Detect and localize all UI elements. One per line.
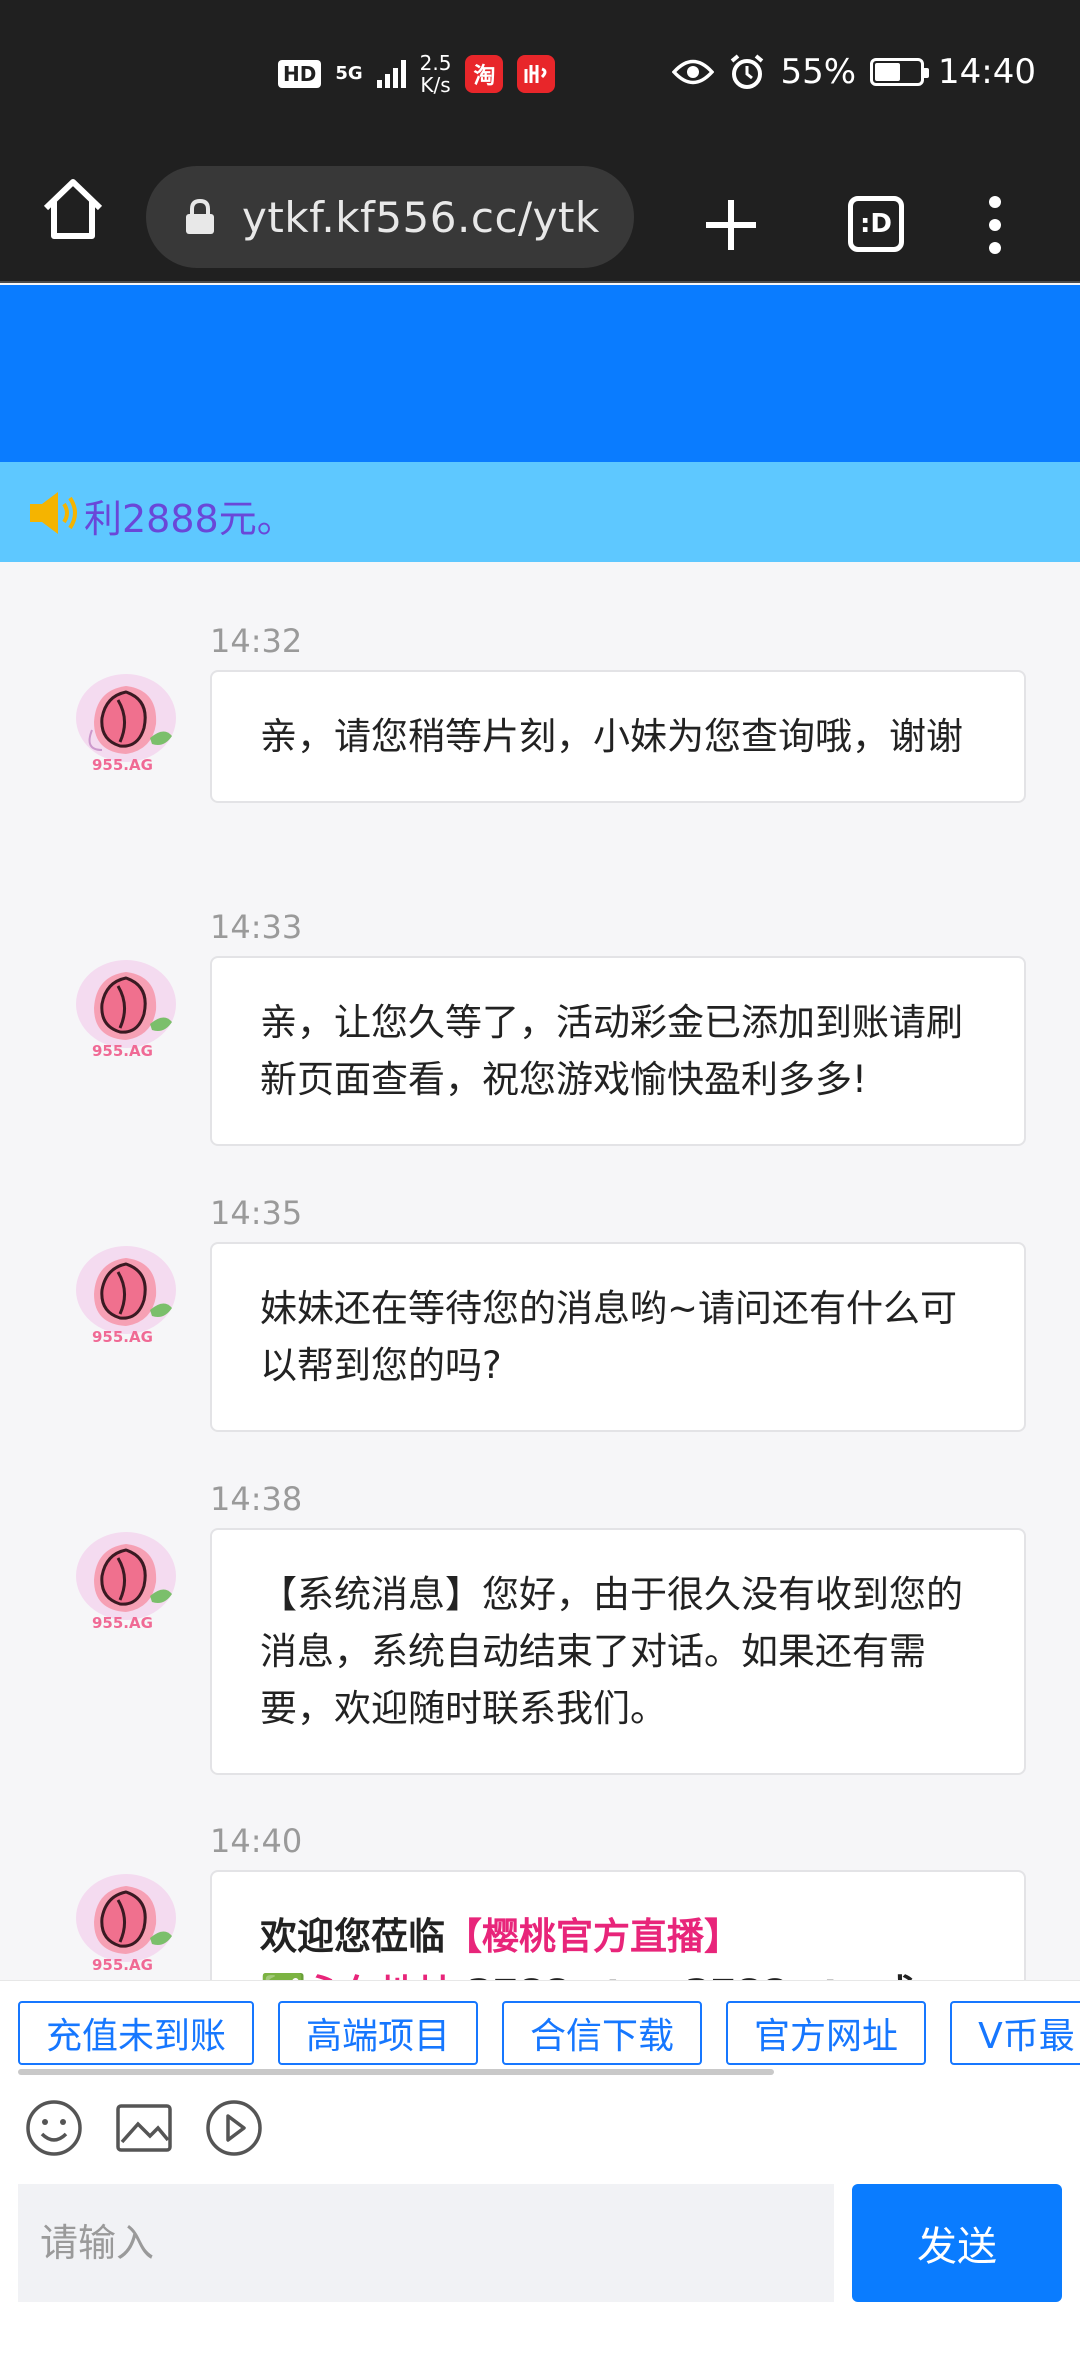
app-notification-icon: [517, 55, 556, 93]
avatar-caption: 955.AG: [92, 1956, 153, 1974]
battery-icon: [870, 58, 930, 86]
alarm-icon: [731, 54, 764, 89]
agent-avatar: 955.AG: [76, 1874, 176, 1974]
message-time: 14:38: [210, 1480, 303, 1518]
quick-reply-vcoin[interactable]: V币最: [950, 2001, 1080, 2065]
eye-icon: [672, 59, 715, 85]
message-input[interactable]: [18, 2184, 834, 2302]
input-toolbar: [0, 2076, 1080, 2184]
notice-marquee-text: 利2888元。: [84, 497, 295, 541]
speaker-icon: [30, 492, 77, 534]
taobao-notification-icon: 淘: [465, 55, 504, 93]
check-icon: ✅: [260, 1972, 306, 1980]
message-bubble: 妹妹还在等待您的消息哟~请问还有什么可以帮到您的吗?: [210, 1242, 1026, 1432]
message-bubble: 欢迎您莅临【樱桃官方直播】 ✅永久地址 3788c.tv、3788z.tv 或 …: [210, 1870, 1026, 1980]
avatar-caption: 955.AG: [92, 1328, 153, 1346]
lock-icon: [186, 199, 214, 234]
message-time: 14:33: [210, 908, 303, 946]
quick-reply-scrollbar[interactable]: [18, 2069, 774, 2075]
welcome-line: 欢迎您莅临【樱桃官方直播】: [260, 1908, 980, 1965]
hd-voice-badge: HD: [278, 60, 322, 88]
chat-header: [0, 285, 1080, 462]
avatar-caption: 955.AG: [92, 1614, 153, 1632]
message-input-area: 发送: [0, 2184, 1080, 2376]
battery-percent: 55%: [780, 52, 857, 92]
tab-switcher-button[interactable]: :D: [848, 196, 904, 252]
avatar-caption: 955.AG: [92, 756, 153, 774]
browser-toolbar: ytkf.kf556.cc/ytk :D: [0, 150, 1080, 283]
agent-avatar: 955.AG: [76, 1532, 176, 1632]
address-bar[interactable]: ytkf.kf556.cc/ytk: [146, 166, 634, 268]
more-menu-icon[interactable]: [985, 194, 1005, 256]
new-tab-icon[interactable]: [700, 194, 762, 256]
network-type: 5G: [335, 63, 363, 84]
network-speed: 2.5 K/s: [420, 52, 452, 96]
status-right: 55% 14:40: [672, 52, 1036, 92]
quick-reply-website[interactable]: 官方网址: [726, 2001, 927, 2065]
emoji-icon[interactable]: [24, 2098, 84, 2158]
video-icon[interactable]: [204, 2098, 264, 2158]
signal-icon: [376, 60, 406, 88]
agent-avatar: 955.AG: [76, 1246, 176, 1346]
quick-reply-premium[interactable]: 高端项目: [278, 2001, 479, 2065]
speed-unit: K/s: [420, 73, 451, 97]
message-time: 14:32: [210, 622, 303, 660]
quick-reply-bar: 充值未到账 高端项目 合信下载 官方网址 V币最: [0, 1980, 1080, 2076]
notice-bar: 利2888元。: [0, 462, 1080, 562]
message-bubble: 亲，让您久等了，活动彩金已添加到账请刷新页面查看，祝您游戏愉快盈利多多!: [210, 956, 1026, 1146]
quick-reply-list: 充值未到账 高端项目 合信下载 官方网址 V币最: [18, 2001, 1080, 2065]
avatar-caption: 955.AG: [92, 1042, 153, 1060]
address-label: 永久地址: [306, 1972, 454, 1980]
welcome-prefix: 欢迎您莅临: [260, 1915, 445, 1958]
speed-value: 2.5: [419, 51, 452, 75]
status-left: HD 5G 2.5 K/s 淘: [278, 52, 556, 96]
send-button[interactable]: 发送: [852, 2184, 1062, 2302]
message-bubble: 【系统消息】您好，由于很久没有收到您的消息，系统自动结束了对话。如果还有需要，欢…: [210, 1528, 1026, 1775]
home-icon[interactable]: [38, 174, 108, 244]
quick-reply-recharge[interactable]: 充值未到账: [18, 2001, 255, 2065]
url-text: ytkf.kf556.cc/ytk: [242, 192, 600, 242]
message-time: 14:40: [210, 1822, 303, 1860]
agent-avatar: 955.AG: [76, 960, 176, 1060]
quick-reply-download[interactable]: 合信下载: [502, 2001, 703, 2065]
message-time: 14:35: [210, 1194, 303, 1232]
clock: 14:40: [938, 52, 1036, 92]
welcome-brand: 【樱桃官方直播】: [445, 1915, 741, 1958]
address-line: ✅永久地址 3788c.tv、3788z.tv 或 779.cc: [260, 1965, 980, 1980]
message-bubble: 亲，请您稍等片刻，小妹为您查询哦，谢谢: [210, 670, 1026, 803]
status-bar: HD 5G 2.5 K/s 淘 55% 14:40: [0, 0, 1080, 150]
agent-avatar: 955.AG: [76, 674, 176, 774]
image-icon[interactable]: [114, 2098, 174, 2158]
chat-messages: 14:32 955.AG 亲，请您稍等片刻，小妹为您查询哦，谢谢 14:33 9…: [0, 562, 1080, 1980]
